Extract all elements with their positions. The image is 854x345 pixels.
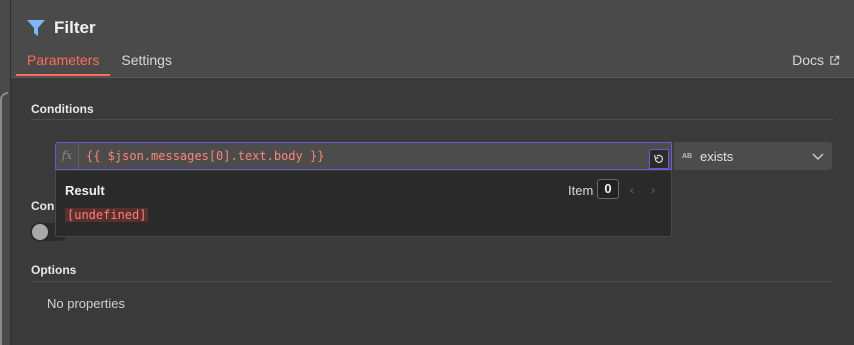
options-divider — [31, 281, 833, 282]
next-item-button[interactable]: › — [651, 183, 655, 197]
tab-settings[interactable]: Settings — [110, 52, 183, 76]
options-label: Options — [31, 263, 77, 277]
item-index-input[interactable]: 0 — [597, 179, 619, 199]
expand-editor-icon — [653, 154, 664, 163]
conditions-divider — [31, 119, 833, 120]
prev-item-button[interactable]: ‹ — [630, 183, 634, 197]
operator-select[interactable]: AB exists — [674, 142, 832, 170]
docs-label: Docs — [792, 52, 824, 68]
item-label: Item — [568, 183, 594, 198]
chevron-down-icon — [812, 153, 824, 160]
expression-text[interactable]: {{ $json.messages[0].text.body }} — [86, 143, 324, 169]
result-value: [undefined] — [65, 208, 149, 222]
result-title: Result — [65, 183, 105, 198]
filter-icon — [27, 20, 45, 36]
title-row: Filter — [26, 14, 96, 42]
string-type-icon: AB — [682, 152, 693, 160]
expression-input[interactable]: fx {{ $json.messages[0].text.body }} — [55, 142, 672, 170]
operator-value: exists — [700, 148, 734, 164]
node-settings-panel: Filter Parameters Settings Docs Conditio… — [10, 0, 854, 345]
toggle-knob — [32, 224, 48, 240]
external-link-icon — [830, 55, 840, 65]
condition-row: fx {{ $json.messages[0].text.body }} AB … — [55, 142, 833, 172]
tab-bar: Parameters Settings — [16, 52, 183, 76]
fx-icon: fx — [56, 143, 79, 169]
expression-result-popup: Result Item 0 ‹ › [undefined] — [55, 171, 672, 237]
docs-link[interactable]: Docs — [792, 52, 840, 68]
tab-parameters[interactable]: Parameters — [16, 52, 111, 76]
expand-editor-button[interactable] — [649, 149, 669, 169]
node-title[interactable]: Filter — [54, 18, 96, 38]
no-properties-text: No properties — [47, 296, 126, 311]
panel-header: Filter Parameters Settings Docs — [11, 0, 854, 78]
conditions-label: Conditions — [31, 102, 94, 116]
combinator-label: Con — [31, 199, 55, 213]
canvas-node-edge — [0, 92, 8, 345]
